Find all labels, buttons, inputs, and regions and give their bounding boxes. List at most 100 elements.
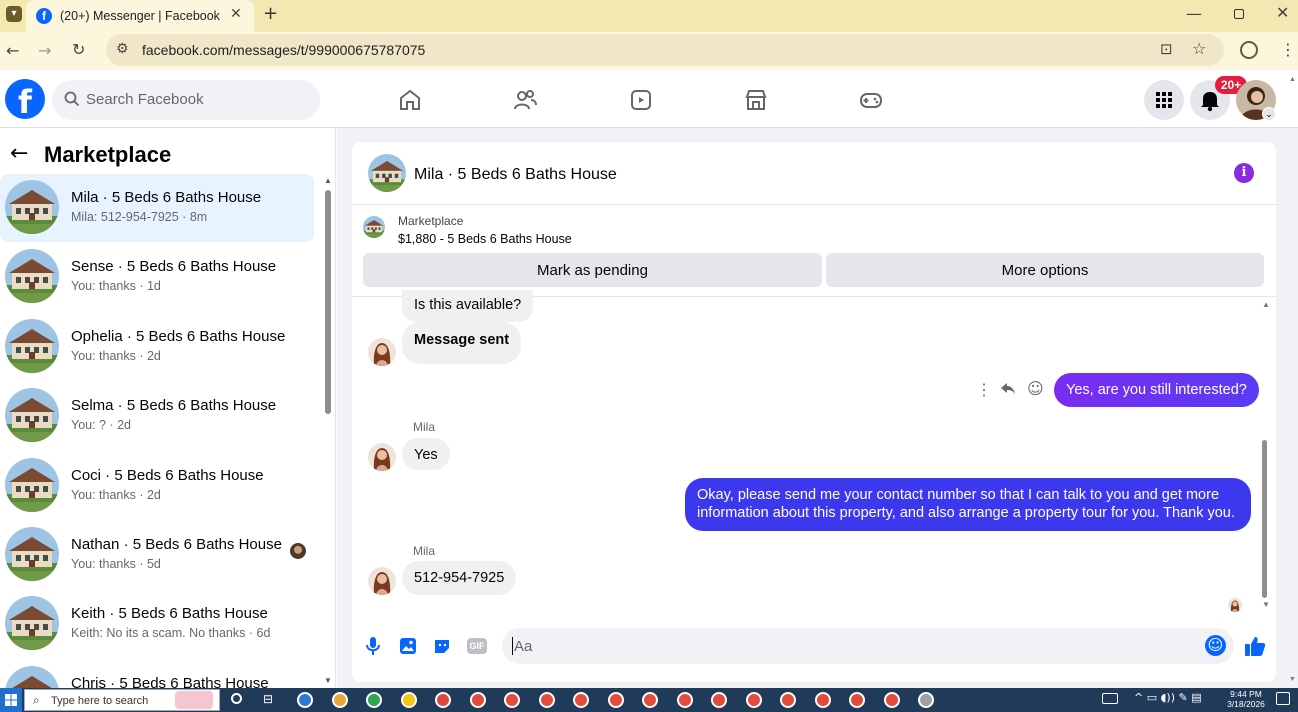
message-bubble-outgoing[interactable]: Okay, please send me your contact number… [685, 478, 1251, 531]
taskbar-app-icon[interactable] [814, 692, 831, 708]
listing-price[interactable]: $1,880 - 5 Beds 6 Baths House [398, 232, 572, 246]
message-bubble-incoming[interactable]: 512-954-7925 [402, 561, 517, 595]
marketplace-icon[interactable] [744, 88, 768, 112]
account-chevron-icon[interactable]: ⌄ [1262, 107, 1276, 121]
friends-icon[interactable] [513, 88, 537, 112]
taskbar-app-icon[interactable] [538, 692, 555, 708]
keyboard-icon[interactable] [1102, 693, 1118, 704]
message-bubble-incoming[interactable]: Message sent [402, 322, 522, 364]
start-button[interactable] [0, 688, 22, 712]
taskbar-app-icon[interactable] [504, 692, 520, 708]
gaming-icon[interactable] [859, 88, 883, 112]
browser-tab[interactable]: f (20+) Messenger | Facebook ✕ [26, 0, 254, 32]
search-input[interactable]: Search Facebook [86, 91, 204, 108]
conversation-item[interactable]: Chris · 5 Beds 6 Baths House [0, 660, 314, 688]
tab-close-icon[interactable]: ✕ [230, 6, 242, 22]
taskbar-app-icon[interactable] [849, 692, 865, 708]
back-icon[interactable]: ← [6, 41, 19, 60]
conversation-item[interactable]: Coci · 5 Beds 6 Baths House You: thanks ·… [0, 452, 314, 520]
scroll-up-icon[interactable]: ▲ [324, 176, 332, 185]
react-emoji-icon[interactable]: ☺ [1027, 379, 1044, 398]
conversation-name: Selma · 5 Beds 6 Baths House [71, 397, 277, 415]
taskbar-app-icon[interactable] [745, 692, 762, 708]
taskbar-search-input[interactable]: Type here to search [51, 695, 148, 707]
taskbar-app-icon[interactable] [469, 692, 486, 708]
conversation-item[interactable]: Sense · 5 Beds 6 Baths House You: thanks … [0, 243, 314, 311]
more-options-button[interactable]: More options [826, 253, 1264, 287]
conversation-item[interactable]: Nathan · 5 Beds 6 Baths House You: thanks… [0, 521, 314, 589]
taskbar-app-icon[interactable] [331, 692, 348, 708]
message-bubble-incoming[interactable]: Is this available? [402, 290, 534, 322]
task-view-icon[interactable]: ⊟ [263, 692, 273, 706]
emoji-icon[interactable]: ☺ [1205, 635, 1226, 656]
video-icon[interactable] [629, 88, 653, 112]
reload-icon[interactable]: ↻ [72, 40, 85, 59]
taskbar-app-icon[interactable] [297, 692, 313, 708]
page-scroll-down-icon[interactable]: ▼ [1289, 676, 1296, 683]
taskbar-app-icon[interactable] [573, 692, 589, 708]
page-scroll-up-icon[interactable]: ▲ [1289, 76, 1296, 83]
cortana-icon[interactable] [231, 693, 242, 704]
profile-icon[interactable] [1240, 41, 1258, 59]
sidebar-scrollbar[interactable] [325, 190, 331, 414]
listing-thumbnail[interactable] [363, 216, 385, 238]
chat-scroll-down-icon[interactable]: ▼ [1262, 600, 1270, 609]
facebook-logo-icon[interactable]: f [5, 79, 45, 121]
sticker-icon[interactable] [433, 637, 451, 655]
notification-center-icon[interactable] [1276, 692, 1290, 705]
conversation-item[interactable]: Keith · 5 Beds 6 Baths House Keith: No it… [0, 590, 314, 658]
message-bubble-incoming[interactable]: Yes [402, 438, 450, 470]
mark-pending-button[interactable]: Mark as pending [363, 253, 822, 287]
close-icon[interactable]: ✕ [1276, 3, 1289, 22]
reply-icon[interactable] [1000, 380, 1016, 396]
gif-icon[interactable]: GIF [467, 638, 487, 654]
forward-icon[interactable]: → [38, 41, 51, 60]
system-tray-icons[interactable]: ^ ▭ ◖)) ✎ ▤ [1134, 691, 1202, 704]
sender-avatar[interactable] [368, 443, 396, 471]
message-line: information about this property, and als… [697, 505, 1235, 521]
conversation-item[interactable]: Selma · 5 Beds 6 Baths House You: ? · 2d [0, 382, 314, 450]
bookmark-star-icon[interactable]: ☆ [1192, 39, 1206, 58]
site-info-icon[interactable]: ⚙ [116, 41, 129, 57]
chat-scrollbar[interactable] [1262, 440, 1267, 598]
menu-grid-button[interactable] [1144, 80, 1184, 120]
taskbar-app-icon[interactable] [366, 692, 382, 708]
back-arrow-icon[interactable]: ← [10, 141, 28, 166]
chat-avatar[interactable] [368, 154, 406, 192]
taskbar-clock[interactable]: 9:44 PM 3/18/2026 [1226, 689, 1266, 709]
browser-menu-icon[interactable]: ⋮ [1280, 40, 1296, 59]
sender-avatar[interactable] [368, 567, 396, 595]
chat-title[interactable]: Mila · 5 Beds 6 Baths House [414, 166, 617, 184]
taskbar-app-icon[interactable] [780, 692, 796, 708]
conversation-item[interactable]: Mila · 5 Beds 6 Baths House Mila: 512-954… [0, 174, 314, 242]
photo-icon[interactable] [399, 637, 417, 655]
taskbar-app-icon[interactable] [400, 692, 417, 708]
taskbar-app-icon[interactable] [918, 692, 934, 708]
tab-search-icon[interactable]: ▾ [6, 6, 22, 22]
url-text[interactable]: facebook.com/messages/t/999000675787075 [142, 42, 425, 58]
message-bubble-outgoing[interactable]: Yes, are you still interested? [1054, 373, 1259, 407]
chat-scroll-up-icon[interactable]: ▲ [1262, 300, 1270, 309]
message-more-icon[interactable]: ⋮ [976, 380, 992, 400]
restore-icon[interactable] [1234, 9, 1244, 19]
conversation-item[interactable]: Ophelia · 5 Beds 6 Baths House You: thank… [0, 313, 314, 381]
taskbar-app-icon[interactable] [642, 692, 658, 708]
taskbar-app-icon[interactable] [607, 692, 624, 708]
info-icon[interactable]: i [1234, 163, 1254, 183]
new-tab-button[interactable]: + [263, 3, 278, 24]
taskbar-app-icon[interactable] [435, 692, 451, 708]
scroll-down-icon[interactable]: ▼ [324, 676, 332, 685]
omnibox[interactable]: ⚙ facebook.com/messages/t/99900067578707… [106, 34, 1224, 66]
install-app-icon[interactable]: ⊡ [1160, 40, 1173, 58]
microphone-icon[interactable] [366, 636, 380, 656]
search-box[interactable]: Search Facebook [52, 80, 320, 120]
home-icon[interactable] [398, 88, 422, 112]
message-input[interactable]: Aa ☺ [502, 628, 1234, 664]
taskbar-app-icon[interactable] [711, 692, 727, 708]
minimize-icon[interactable]: — [1186, 4, 1202, 23]
like-thumb-icon[interactable] [1244, 635, 1266, 657]
taskbar-app-icon[interactable] [676, 692, 693, 708]
sender-avatar[interactable] [368, 338, 396, 366]
taskbar-search[interactable]: ⌕ Type here to search [24, 689, 220, 711]
taskbar-app-icon[interactable] [883, 692, 900, 708]
